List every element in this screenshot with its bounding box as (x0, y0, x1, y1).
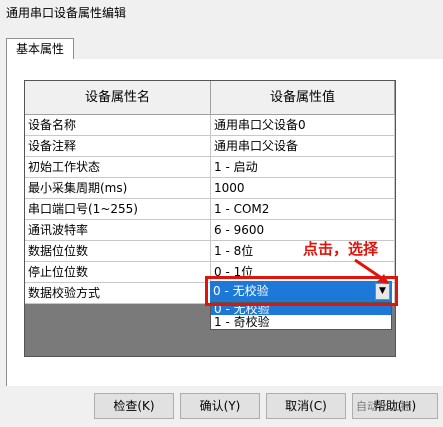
confirm-button[interactable]: 确认(Y) (180, 393, 260, 419)
parity-dropdown-list[interactable]: 0 - 无校验 1 - 奇校验 (210, 302, 392, 330)
property-name-cell: 设备名称 (25, 115, 211, 136)
column-header-value[interactable]: 设备属性值 (211, 81, 395, 115)
table-row[interactable]: 最小采集周期(ms) 1000 (25, 178, 395, 199)
property-name-cell: 通讯波特率 (25, 220, 211, 241)
property-name-cell: 最小采集周期(ms) (25, 178, 211, 199)
cancel-button[interactable]: 取消(C) (266, 393, 346, 419)
property-value-cell[interactable]: 1 - COM2 (211, 199, 395, 220)
property-name-cell: 数据校验方式 (25, 283, 211, 304)
table-row[interactable]: 设备注释 通用串口父设备 (25, 136, 395, 157)
property-name-cell: 停止位位数 (25, 262, 211, 283)
arrow-icon (354, 258, 389, 284)
property-name-cell: 设备注释 (25, 136, 211, 157)
table-row[interactable]: 初始工作状态 1 - 启动 (25, 157, 395, 178)
property-value-cell[interactable]: 1000 (211, 178, 395, 199)
dropdown-option[interactable]: 1 - 奇校验 (211, 316, 391, 329)
column-header-name[interactable]: 设备属性名 (25, 81, 211, 115)
watermark: 自动化工控 (356, 400, 411, 413)
table-row[interactable]: 串口端口号(1~255) 1 - COM2 (25, 199, 395, 220)
annotation-label: 点击，选择 (303, 240, 379, 258)
property-name-cell: 初始工作状态 (25, 157, 211, 178)
table-row[interactable]: 设备名称 通用串口父设备0 (25, 115, 395, 136)
tab-basic-properties[interactable]: 基本属性 (6, 38, 74, 60)
property-name-cell: 数据位位数 (25, 241, 211, 262)
check-button[interactable]: 检查(K) (94, 393, 174, 419)
property-value-cell[interactable]: 1 - 启动 (211, 157, 395, 178)
window-title: 通用串口设备属性编辑 (6, 6, 127, 20)
property-value-cell[interactable]: 通用串口父设备0 (211, 115, 395, 136)
property-value-cell[interactable]: 通用串口父设备 (211, 136, 395, 157)
property-name-cell: 串口端口号(1~255) (25, 199, 211, 220)
